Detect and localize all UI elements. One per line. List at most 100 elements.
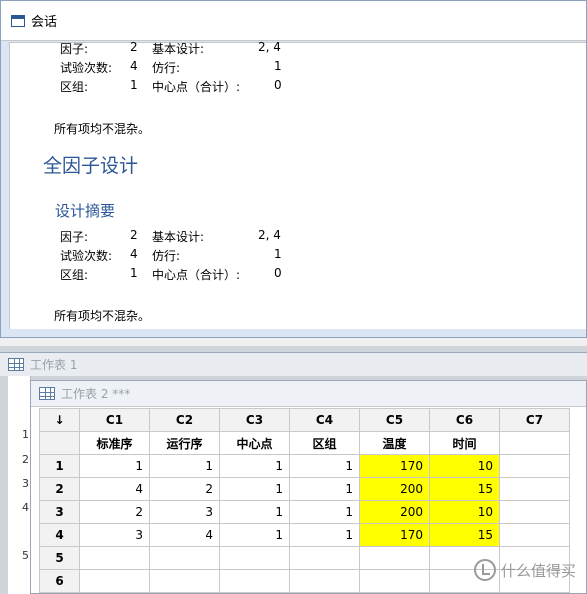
center-points-value: 0 xyxy=(274,266,282,280)
data-cell[interactable] xyxy=(359,569,430,593)
confounding-note: 所有项均不混杂。 xyxy=(54,122,151,136)
data-cell[interactable] xyxy=(219,546,290,570)
data-cell[interactable] xyxy=(359,546,430,570)
column-header-c1[interactable]: C1 xyxy=(79,408,150,432)
row-header[interactable]: 4 xyxy=(39,523,80,547)
data-cell[interactable] xyxy=(499,477,570,501)
section-heading: 全因子设计 xyxy=(43,155,139,177)
column-name-row: 标准序 运行序 中心点 区组 温度 时间 xyxy=(39,431,570,455)
data-cell[interactable] xyxy=(149,546,220,570)
worksheet2-titlebar[interactable]: 工作表 2 *** xyxy=(31,381,586,407)
highlighted-cell[interactable]: 15 xyxy=(429,523,500,547)
column-name-cell[interactable]: 运行序 xyxy=(149,431,220,455)
data-cell[interactable]: 4 xyxy=(149,523,220,547)
blocks-value: 1 xyxy=(130,78,138,92)
data-cell[interactable]: 4 xyxy=(79,477,150,501)
worksheet1-titlebar[interactable]: 工作表 1 xyxy=(0,352,587,376)
center-points-value: 0 xyxy=(274,78,282,92)
highlighted-cell[interactable]: 10 xyxy=(429,500,500,524)
table-row: 1 1 1 1 1 170 10 xyxy=(39,454,570,478)
base-design-label: 基本设计: xyxy=(152,230,205,244)
data-cell[interactable] xyxy=(499,523,570,547)
highlighted-cell[interactable]: 200 xyxy=(359,477,430,501)
factor-label: 因子: xyxy=(60,230,89,244)
data-cell[interactable] xyxy=(219,569,290,593)
data-direction-arrow[interactable]: ↓ xyxy=(39,408,80,432)
factor-value: 2 xyxy=(130,40,138,54)
data-cell[interactable] xyxy=(79,546,150,570)
replicates-label: 仿行: xyxy=(152,249,181,263)
watermark-text: 什么值得买 xyxy=(500,561,576,580)
data-cell[interactable]: 3 xyxy=(79,523,150,547)
column-header-c6[interactable]: C6 xyxy=(429,408,500,432)
worksheet-icon xyxy=(39,387,55,400)
column-header-c2[interactable]: C2 xyxy=(149,408,220,432)
row-header[interactable]: 3 xyxy=(39,500,80,524)
blocks-label: 区组: xyxy=(60,80,89,94)
row-header[interactable]: 6 xyxy=(39,569,80,593)
data-cell[interactable]: 1 xyxy=(289,454,360,478)
data-cell[interactable]: 2 xyxy=(149,477,220,501)
highlighted-cell[interactable]: 200 xyxy=(359,500,430,524)
column-name-cell[interactable]: 时间 xyxy=(429,431,500,455)
base-design-label: 基本设计: xyxy=(152,42,205,56)
data-cell[interactable] xyxy=(499,454,570,478)
row-header[interactable]: 2 xyxy=(39,477,80,501)
confounding-note: 所有项均不混杂。 xyxy=(54,309,151,323)
window-icon xyxy=(11,14,25,27)
runs-value: 4 xyxy=(130,247,138,261)
data-cell[interactable] xyxy=(289,546,360,570)
column-header-row: ↓ C1 C2 C3 C4 C5 C6 C7 xyxy=(39,408,570,432)
factor-value: 2 xyxy=(130,228,138,242)
highlighted-cell[interactable]: 170 xyxy=(359,523,430,547)
row-header[interactable]: 5 xyxy=(39,546,80,570)
highlighted-cell[interactable]: 170 xyxy=(359,454,430,478)
factor-label: 因子: xyxy=(60,42,89,56)
name-row-header xyxy=(39,431,80,455)
session-output: 因子: 2 基本设计: 2, 4 试验次数: 4 仿行: 1 区组: 1 中心点… xyxy=(9,40,586,329)
column-name-cell[interactable]: 温度 xyxy=(359,431,430,455)
replicates-value: 1 xyxy=(274,247,282,261)
data-cell[interactable] xyxy=(149,569,220,593)
data-cell[interactable]: 3 xyxy=(149,500,220,524)
column-name-cell[interactable]: 中心点 xyxy=(219,431,290,455)
data-cell[interactable] xyxy=(79,569,150,593)
data-cell[interactable]: 1 xyxy=(289,500,360,524)
data-cell[interactable]: 2 xyxy=(79,500,150,524)
table-row: 4 3 4 1 1 170 15 xyxy=(39,523,570,547)
column-name-cell[interactable]: 标准序 xyxy=(79,431,150,455)
column-header-c3[interactable]: C3 xyxy=(219,408,290,432)
column-header-c4[interactable]: C4 xyxy=(289,408,360,432)
data-cell[interactable] xyxy=(499,500,570,524)
highlighted-cell[interactable]: 10 xyxy=(429,454,500,478)
runs-label: 试验次数: xyxy=(60,61,113,75)
data-cell[interactable]: 1 xyxy=(289,523,360,547)
watermark-icon xyxy=(473,559,496,581)
worksheet2-title: 工作表 2 *** xyxy=(61,387,131,401)
data-cell[interactable]: 1 xyxy=(289,477,360,501)
row-number: 2 xyxy=(22,453,29,466)
data-cell[interactable]: 1 xyxy=(219,477,290,501)
data-cell[interactable]: 1 xyxy=(219,500,290,524)
worksheet-icon xyxy=(8,358,24,371)
data-cell[interactable]: 1 xyxy=(219,523,290,547)
session-titlebar[interactable]: 会话 xyxy=(1,1,586,41)
runs-value: 4 xyxy=(130,59,138,73)
column-name-cell[interactable] xyxy=(499,431,570,455)
blocks-value: 1 xyxy=(130,266,138,280)
watermark: 什么值得买 xyxy=(473,559,576,581)
column-name-cell[interactable]: 区组 xyxy=(289,431,360,455)
row-number: 3 xyxy=(22,477,29,490)
data-cell[interactable] xyxy=(289,569,360,593)
replicates-label: 仿行: xyxy=(152,61,181,75)
table-row: 2 4 2 1 1 200 15 xyxy=(39,477,570,501)
column-header-c7[interactable]: C7 xyxy=(499,408,570,432)
worksheet1-row-strip: 1 2 3 4 5 xyxy=(8,376,31,594)
column-header-c5[interactable]: C5 xyxy=(359,408,430,432)
row-header[interactable]: 1 xyxy=(39,454,80,478)
data-cell[interactable]: 1 xyxy=(149,454,220,478)
row-number: 4 xyxy=(22,501,29,514)
data-cell[interactable]: 1 xyxy=(79,454,150,478)
highlighted-cell[interactable]: 15 xyxy=(429,477,500,501)
data-cell[interactable]: 1 xyxy=(219,454,290,478)
